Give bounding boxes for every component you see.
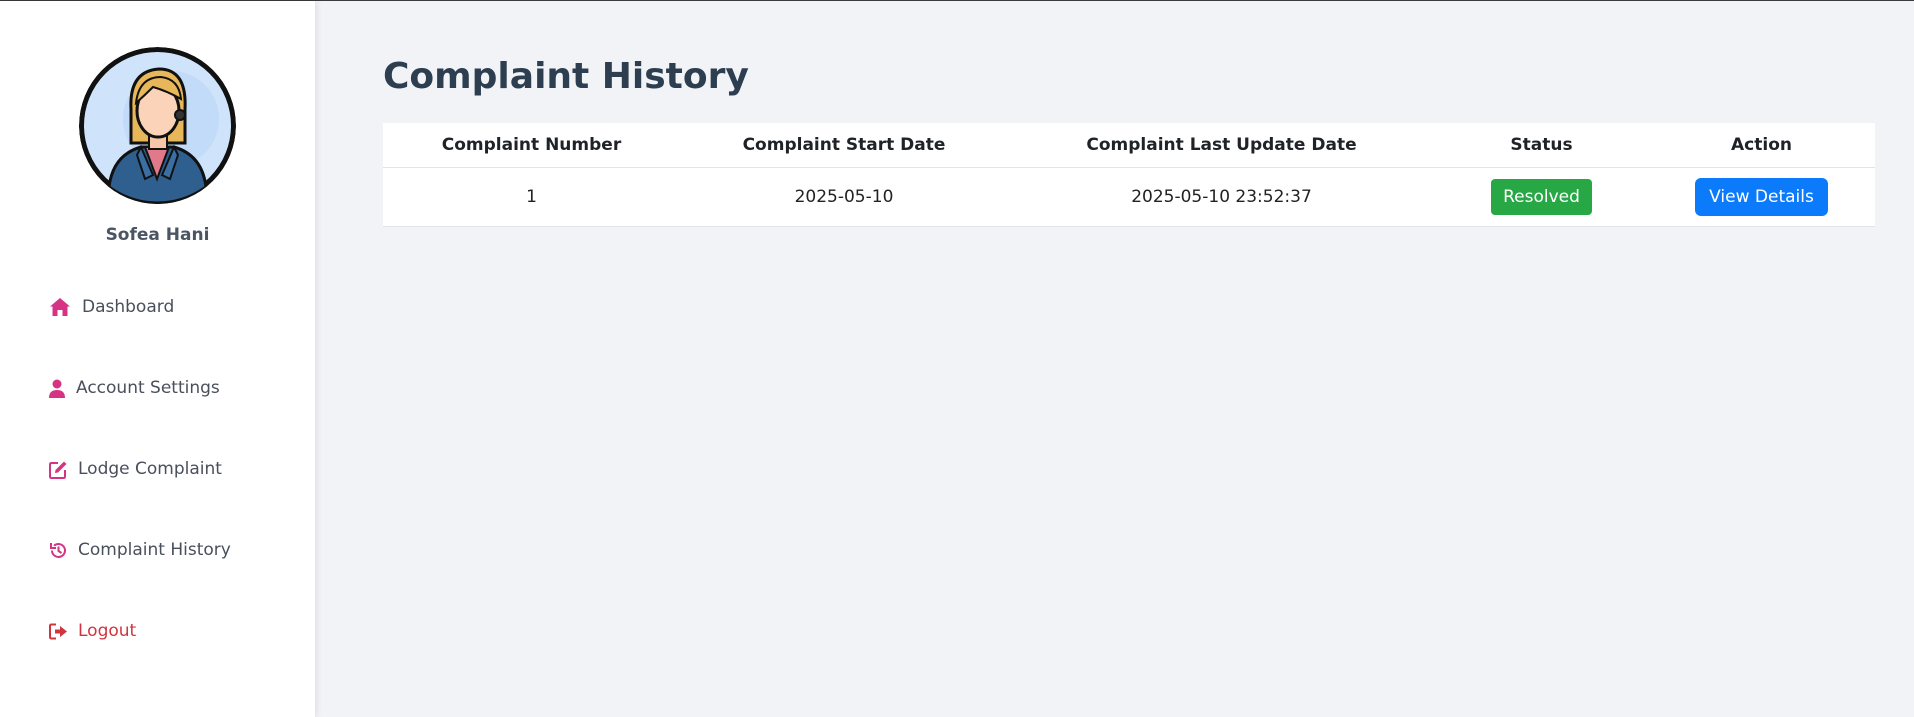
avatar xyxy=(79,47,236,204)
page-title: Complaint History xyxy=(383,56,749,97)
column-header: Action xyxy=(1731,135,1792,155)
logout-icon xyxy=(48,619,68,643)
complaint-number: 1 xyxy=(526,187,537,207)
complaint-start-date: 2025-05-10 xyxy=(794,187,894,207)
sidebar-item-complaint-history[interactable]: Complaint History xyxy=(48,535,231,565)
sidebar-item-label: Complaint History xyxy=(78,540,231,560)
action-cell: View Details xyxy=(1648,178,1875,216)
sidebar-item-label: Dashboard xyxy=(82,297,175,317)
column-header: Complaint Number xyxy=(441,135,622,155)
sidebar-item-lodge-complaint[interactable]: Lodge Complaint xyxy=(48,454,222,484)
sidebar: Sofea Hani Dashboard Account Settings Lo… xyxy=(0,1,315,717)
user-name: Sofea Hani xyxy=(105,225,210,245)
column-header: Status xyxy=(1510,135,1573,155)
sidebar-item-account-settings[interactable]: Account Settings xyxy=(48,373,220,403)
sidebar-item-label: Logout xyxy=(78,621,137,641)
home-icon xyxy=(48,295,72,319)
column-header: Complaint Last Update Date xyxy=(1086,135,1357,155)
table-row: 1 2025-05-10 2025-05-10 23:52:37 Resolve… xyxy=(383,168,1875,227)
sidebar-item-logout[interactable]: Logout xyxy=(48,616,136,646)
sidebar-item-label: Account Settings xyxy=(76,378,220,398)
sidebar-item-label: Lodge Complaint xyxy=(78,459,222,479)
sidebar-item-dashboard[interactable]: Dashboard xyxy=(48,292,174,322)
complaint-table: Complaint Number Complaint Start Date Co… xyxy=(383,123,1875,227)
column-header: Complaint Start Date xyxy=(742,135,946,155)
view-details-button[interactable]: View Details xyxy=(1695,178,1828,216)
user-icon xyxy=(48,376,66,400)
edit-icon xyxy=(48,457,68,481)
status-cell: Resolved xyxy=(1435,179,1648,215)
table-header: Complaint Number Complaint Start Date Co… xyxy=(383,123,1875,168)
complaint-last-update: 2025-05-10 23:52:37 xyxy=(1131,187,1312,207)
history-icon xyxy=(48,538,68,562)
status-badge: Resolved xyxy=(1491,179,1592,215)
